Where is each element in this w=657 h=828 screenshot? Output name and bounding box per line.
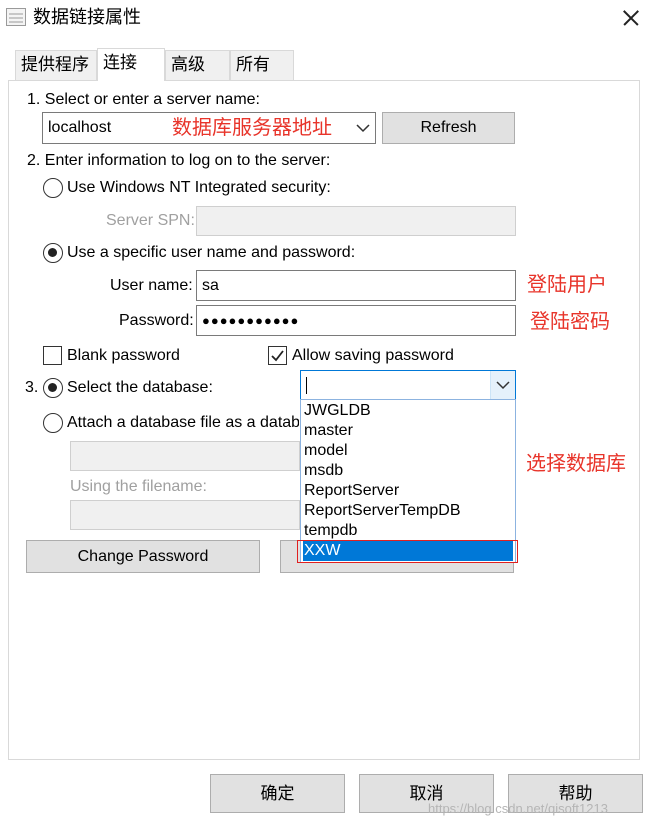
nt-security-label: Use Windows NT Integrated security: xyxy=(67,179,331,196)
username-input[interactable]: sa xyxy=(196,270,516,301)
db-option-jwgldb[interactable]: JWGLDB xyxy=(303,401,513,421)
annotation-server-address: 数据库服务器地址 xyxy=(172,117,332,139)
annotation-login-user: 登陆用户 xyxy=(527,274,607,296)
ok-button[interactable]: 确定 xyxy=(210,774,345,813)
db-option-msdb[interactable]: msdb xyxy=(303,461,513,481)
server-name-value: localhost xyxy=(48,119,112,136)
tab-connection[interactable]: 连接 xyxy=(97,48,165,81)
db-option-model[interactable]: model xyxy=(303,441,513,461)
title-bar: 数据链接属性 xyxy=(0,0,657,36)
database-combobox[interactable] xyxy=(300,370,516,400)
server-spn-label: Server SPN: xyxy=(106,212,195,229)
watermark: https://blog.csdn.net/qisoft1213 xyxy=(428,801,608,816)
specific-user-radio[interactable] xyxy=(43,243,63,263)
attach-file-label: Attach a database file as a datab xyxy=(67,414,299,431)
text-cursor xyxy=(306,377,307,394)
annotation-login-password: 登陆密码 xyxy=(530,311,610,333)
db-option-master[interactable]: master xyxy=(303,421,513,441)
change-password-button[interactable]: Change Password xyxy=(26,540,260,573)
db-option-reportservertempdb[interactable]: ReportServerTempDB xyxy=(303,501,513,521)
nt-security-radio[interactable] xyxy=(43,178,63,198)
selection-highlight-box xyxy=(297,540,518,563)
filename-label: Using the filename: xyxy=(70,478,207,495)
dropdown-button[interactable] xyxy=(490,371,515,399)
chevron-down-icon xyxy=(496,381,510,390)
filename-input xyxy=(70,500,300,530)
attach-database-input xyxy=(70,441,300,471)
database-dropdown-list[interactable]: JWGLDB master model msdb ReportServer Re… xyxy=(300,399,516,563)
tab-all[interactable]: 所有 xyxy=(230,50,294,80)
checkmark-icon xyxy=(271,350,284,362)
tab-provider[interactable]: 提供程序 xyxy=(15,50,97,80)
blank-password-checkbox[interactable] xyxy=(43,346,62,365)
attach-file-radio[interactable] xyxy=(43,413,63,433)
select-database-radio[interactable] xyxy=(43,378,63,398)
app-icon xyxy=(6,8,26,26)
password-label: Password: xyxy=(119,312,194,329)
username-value: sa xyxy=(202,277,219,294)
server-spn-input xyxy=(196,206,516,236)
username-label: User name: xyxy=(110,277,193,294)
tab-advanced[interactable]: 高级 xyxy=(165,50,230,80)
password-value: ●●●●●●●●●●● xyxy=(202,313,300,328)
allow-saving-checkbox[interactable] xyxy=(268,346,287,365)
window-title: 数据链接属性 xyxy=(33,7,141,27)
db-option-reportserver[interactable]: ReportServer xyxy=(303,481,513,501)
annotation-select-database: 选择数据库 xyxy=(526,453,626,475)
blank-password-label: Blank password xyxy=(67,347,180,364)
step1-label: 1. Select or enter a server name: xyxy=(27,91,260,108)
select-database-label: Select the database: xyxy=(67,379,213,396)
refresh-button[interactable]: Refresh xyxy=(382,112,515,144)
chevron-down-icon xyxy=(356,124,370,133)
db-option-tempdb[interactable]: tempdb xyxy=(303,521,513,541)
specific-user-label: Use a specific user name and password: xyxy=(67,244,356,261)
password-input[interactable]: ●●●●●●●●●●● xyxy=(196,305,516,336)
step2-label: 2. Enter information to log on to the se… xyxy=(27,152,331,169)
allow-saving-label: Allow saving password xyxy=(292,347,454,364)
close-button[interactable] xyxy=(612,0,650,36)
step3-number: 3. xyxy=(25,379,39,396)
